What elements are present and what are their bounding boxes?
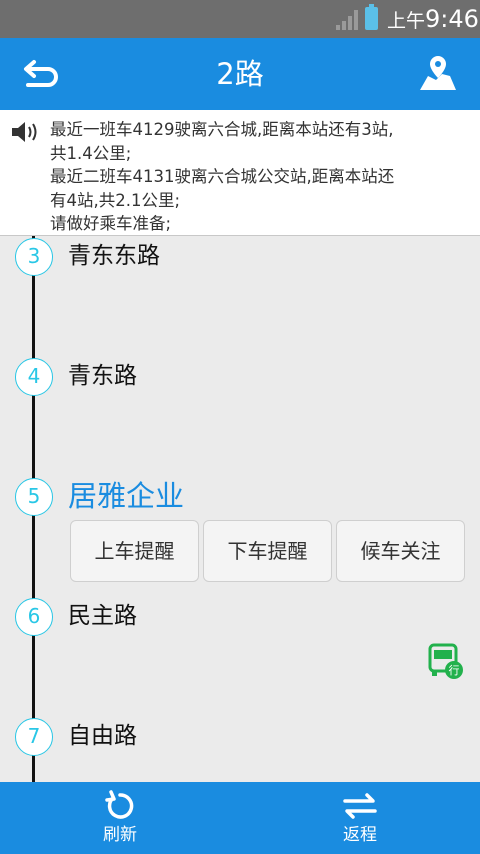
stop-number: 4	[15, 358, 53, 396]
status-bar: 上午9:46	[0, 0, 480, 38]
stop-name: 居雅企业	[68, 479, 185, 513]
clock-time: 9:46	[425, 5, 479, 33]
speaker-icon	[12, 122, 37, 142]
stop-number: 7	[15, 718, 53, 756]
title-bar: 2路	[0, 38, 480, 110]
stop-item[interactable]: 6 民主路	[0, 598, 480, 638]
page-title: 2路	[216, 57, 264, 91]
stop-actions: 上车提醒 下车提醒 候车关注	[70, 520, 470, 582]
stop-number: 5	[15, 478, 53, 516]
signal-icon	[336, 10, 358, 30]
stop-item[interactable]: 3 青东东路	[0, 238, 480, 278]
stop-item[interactable]: 7 自由路	[0, 718, 480, 758]
stop-name: 青东东路	[68, 243, 160, 269]
bus-icon[interactable]: 行	[426, 642, 464, 680]
refresh-label: 刷新	[103, 825, 137, 845]
stop-item-current[interactable]: 5 居雅企业	[0, 478, 480, 518]
stop-name: 民主路	[68, 603, 137, 629]
alight-alert-button[interactable]: 下车提醒	[203, 520, 332, 582]
arrival-notice-text: 最近一班车4129驶离六合城,距离本站还有3站, 共1.4公里; 最近二班车41…	[50, 120, 395, 233]
stop-item[interactable]: 4 青东路	[0, 358, 480, 398]
reverse-label: 返程	[343, 825, 377, 845]
refresh-button[interactable]: 刷新	[0, 782, 240, 854]
stop-number: 3	[15, 238, 53, 276]
bottom-bar: 刷新 返程	[0, 782, 480, 854]
stop-name: 自由路	[68, 723, 137, 749]
arrival-notice: 最近一班车4129驶离六合城,距离本站还有3站, 共1.4公里; 最近二班车41…	[0, 110, 480, 236]
battery-icon	[365, 4, 378, 30]
bus-status-label: 行	[449, 664, 460, 677]
watch-wait-button[interactable]: 候车关注	[336, 520, 465, 582]
board-alert-button[interactable]: 上车提醒	[70, 520, 199, 582]
stop-number: 6	[15, 598, 53, 636]
clock: 上午9:46	[387, 5, 479, 35]
refresh-icon	[105, 790, 134, 819]
swap-icon	[343, 793, 377, 819]
reverse-button[interactable]: 返程	[240, 782, 480, 854]
route-stop-list[interactable]: 3 青东东路 4 青东路 5 居雅企业 上车提醒 下车提醒 候车关注 6 民主路…	[0, 236, 480, 782]
stop-name: 青东路	[68, 363, 137, 389]
map-icon[interactable]	[416, 52, 460, 96]
clock-ampm: 上午	[387, 10, 426, 32]
